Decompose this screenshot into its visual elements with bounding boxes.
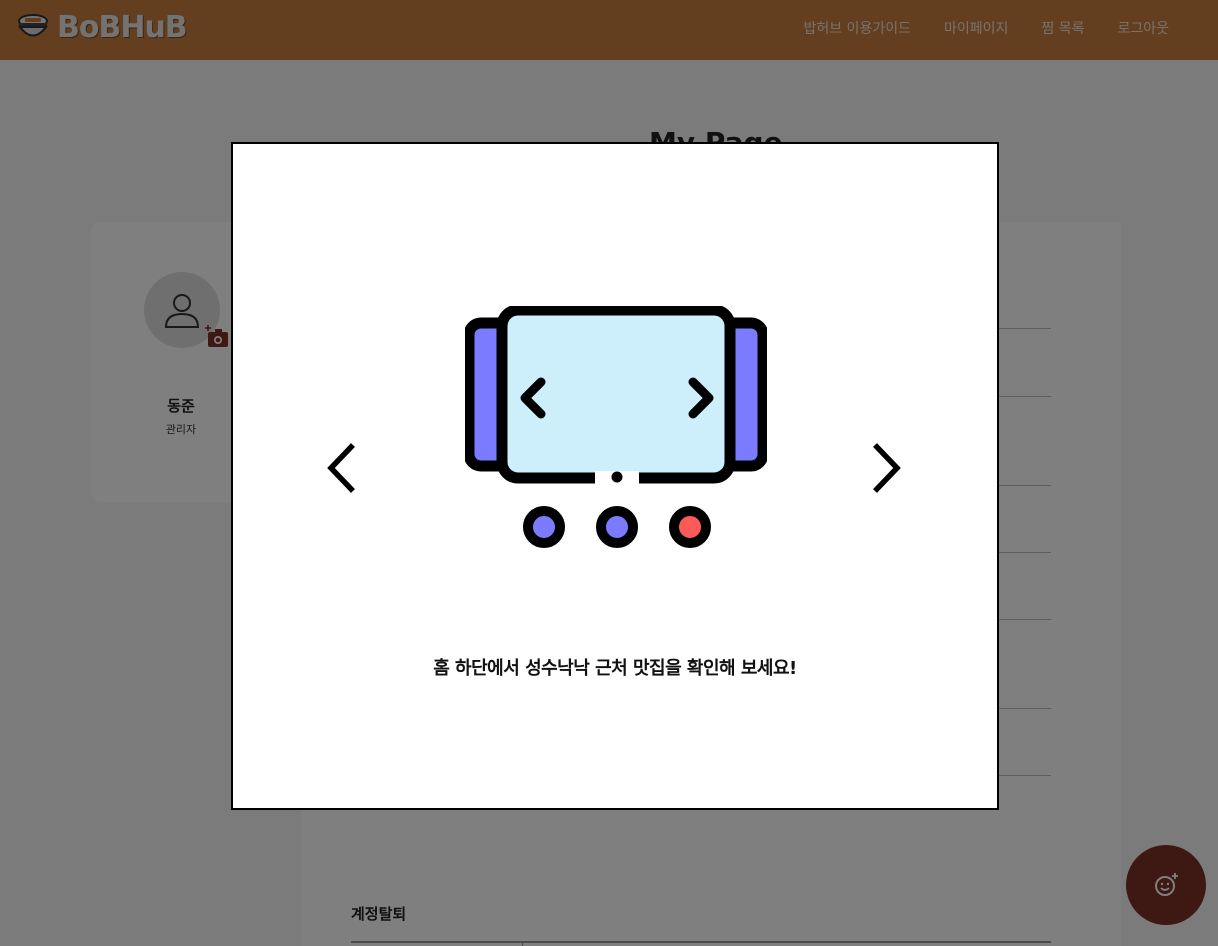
guide-text: 홈 하단에서 성수낙낙 근처 맛집을 확인해 보세요! [433,658,797,679]
carousel-slider-illustration [465,306,767,548]
chevron-left-icon [327,443,355,493]
next-slide-button[interactable] [867,440,907,496]
slide-dot-active [669,506,711,548]
slide-dot [596,506,638,548]
prev-slide-button[interactable] [321,440,361,496]
chevron-right-icon [873,443,901,493]
guide-modal: 홈 하단에서 성수낙낙 근처 맛집을 확인해 보세요! [231,142,999,810]
slide-dot [523,506,565,548]
